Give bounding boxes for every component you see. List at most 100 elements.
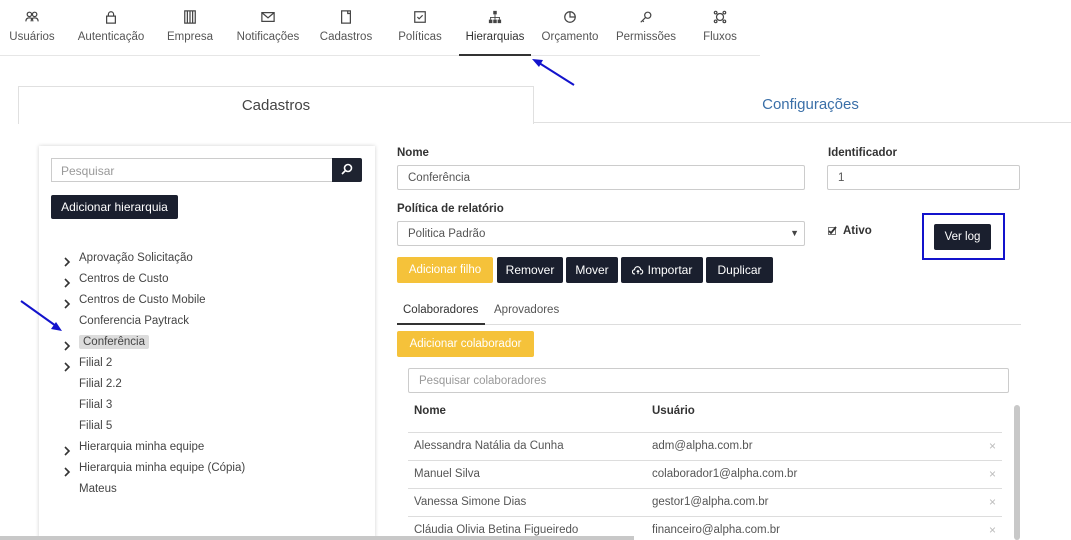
remove-row-icon[interactable]: × (989, 523, 996, 537)
remove-row-icon[interactable]: × (989, 439, 996, 453)
tree-item[interactable]: Filial 3 (63, 395, 245, 416)
nav-usuarios[interactable]: Usuários (6, 10, 58, 56)
cell-user: adm@alpha.com.br (652, 440, 753, 452)
horizontal-scrollbar[interactable] (0, 536, 634, 540)
users-icon (6, 10, 58, 28)
remove-row-icon[interactable]: × (989, 495, 996, 509)
import-button[interactable]: Importar (621, 257, 703, 283)
vertical-scrollbar[interactable] (1014, 405, 1020, 540)
import-label: Importar (647, 263, 693, 277)
flow-icon (700, 10, 740, 28)
tree-item[interactable]: Filial 2 (63, 353, 245, 374)
politica-label: Política de relatório (397, 203, 504, 215)
nav-label: Fluxos (703, 31, 737, 43)
cell-name: Vanessa Simone Dias (414, 496, 527, 508)
tree-item[interactable]: Mateus (63, 479, 245, 500)
nav-hierarquias[interactable]: Hierarquias (459, 10, 531, 56)
cell-name: Alessandra Natália da Cunha (414, 440, 564, 452)
column-header-nome: Nome (414, 405, 446, 417)
nav-label: Orçamento (541, 31, 599, 43)
tab-colaboradores[interactable]: Colaboradores (397, 299, 485, 325)
ativo-label: Ativo (843, 225, 872, 237)
clipboard-icon (317, 10, 375, 28)
dropdown-arrow-icon: ▼ (790, 228, 799, 238)
nav-cadastros[interactable]: Cadastros (317, 10, 375, 56)
nav-label: Políticas (398, 31, 442, 43)
tree-item-label: Centros de Custo (79, 273, 169, 285)
collaborator-search-input[interactable]: Pesquisar colaboradores (408, 368, 1009, 393)
hierarchy-icon (459, 10, 531, 28)
tree-item-label: Filial 2.2 (79, 378, 122, 390)
add-child-button[interactable]: Adicionar filho (397, 257, 493, 283)
tree-item[interactable]: Filial 2.2 (63, 374, 245, 395)
lock-icon (74, 10, 148, 28)
nav-empresa[interactable]: Empresa (163, 10, 217, 56)
identificador-label: Identificador (828, 147, 898, 159)
nav-autenticacao[interactable]: Autenticação (74, 10, 148, 56)
hierarchy-panel: Pesquisar Adicionar hierarquia Aprovação… (39, 146, 375, 540)
chevron-right-icon[interactable] (63, 296, 73, 309)
chevron-right-icon[interactable] (63, 359, 73, 372)
remove-row-icon[interactable]: × (989, 467, 996, 481)
ver-log-button[interactable]: Ver log (934, 224, 991, 250)
nav-politicas[interactable]: Políticas (395, 10, 445, 56)
tree-item[interactable]: Centros de Custo (63, 269, 245, 290)
checkbox-icon (395, 10, 445, 28)
top-navigation: Usuários Autenticação Empresa Notificaçõ… (0, 0, 760, 56)
identificador-field[interactable]: 1 (827, 165, 1020, 190)
search-button[interactable] (332, 158, 362, 182)
chevron-right-icon[interactable] (63, 275, 73, 288)
add-collaborator-button[interactable]: Adicionar colaborador (397, 331, 534, 357)
tree-item[interactable]: Filial 5 (63, 416, 245, 437)
check-icon (828, 226, 837, 235)
pie-chart-icon (538, 10, 602, 28)
tree-item-selected[interactable]: Conferência (63, 332, 245, 353)
tree-item-label: Conferência (79, 335, 150, 349)
nav-label: Cadastros (319, 31, 373, 43)
tree-item-label: Filial 2 (79, 357, 113, 369)
chevron-right-icon[interactable] (63, 464, 73, 477)
tree-item[interactable]: Centros de Custo Mobile (63, 290, 245, 311)
move-button[interactable]: Mover (566, 257, 618, 283)
politica-select-value: Politica Padrão (408, 228, 486, 240)
remove-button[interactable]: Remover (497, 257, 563, 283)
cell-user: financeiro@alpha.com.br (652, 524, 781, 536)
tree-item-label: Aprovação Solicitação (79, 252, 193, 264)
chevron-right-icon[interactable] (63, 254, 73, 267)
nome-label: Nome (397, 147, 429, 159)
nav-notificacoes[interactable]: Notificações (233, 10, 303, 56)
politica-select[interactable]: Politica Padrão ▼ (397, 221, 805, 246)
ativo-checkbox[interactable] (828, 226, 837, 235)
tab-cadastros[interactable]: Cadastros (18, 86, 534, 124)
nav-label: Usuários (9, 31, 55, 43)
tree-item[interactable]: Conferencia Paytrack (63, 311, 245, 332)
add-hierarchy-button[interactable]: Adicionar hierarquia (51, 195, 178, 219)
main-tabs: Cadastros Configurações (18, 86, 1071, 124)
cloud-upload-icon (631, 258, 644, 284)
tree-item-label: Filial 3 (79, 399, 113, 411)
nav-label: Notificações (236, 31, 300, 43)
nav-label: Hierarquias (465, 31, 525, 43)
chevron-right-icon[interactable] (63, 338, 73, 351)
tab-aprovadores[interactable]: Aprovadores (494, 299, 559, 325)
tab-configuracoes[interactable]: Configurações (534, 86, 1071, 123)
nav-orcamento[interactable]: Orçamento (538, 10, 602, 56)
nav-label: Permissões (615, 31, 677, 43)
tree-item-label: Hierarquia minha equipe (Cópia) (79, 462, 246, 474)
tree-item[interactable]: Aprovação Solicitação (63, 248, 245, 269)
annotation-arrow-nav (532, 59, 575, 86)
envelope-icon (233, 10, 303, 28)
tree-item-label: Conferencia Paytrack (79, 315, 189, 327)
tree-item-label: Mateus (79, 483, 117, 495)
duplicate-button[interactable]: Duplicar (706, 257, 773, 283)
nome-field[interactable]: Conferência (397, 165, 805, 190)
hierarchy-search-input[interactable]: Pesquisar (51, 158, 333, 182)
cell-user: colaborador1@alpha.com.br (652, 468, 798, 480)
tree-item[interactable]: Hierarquia minha equipe (Cópia) (63, 458, 245, 479)
nav-fluxos[interactable]: Fluxos (700, 10, 740, 56)
nav-permissoes[interactable]: Permissões (614, 10, 678, 56)
tree-item[interactable]: Hierarquia minha equipe (63, 437, 245, 458)
table-row: Vanessa Simone Dias gestor1@alpha.com.br… (408, 488, 1002, 516)
nav-label: Autenticação (77, 31, 145, 43)
chevron-right-icon[interactable] (63, 443, 73, 456)
